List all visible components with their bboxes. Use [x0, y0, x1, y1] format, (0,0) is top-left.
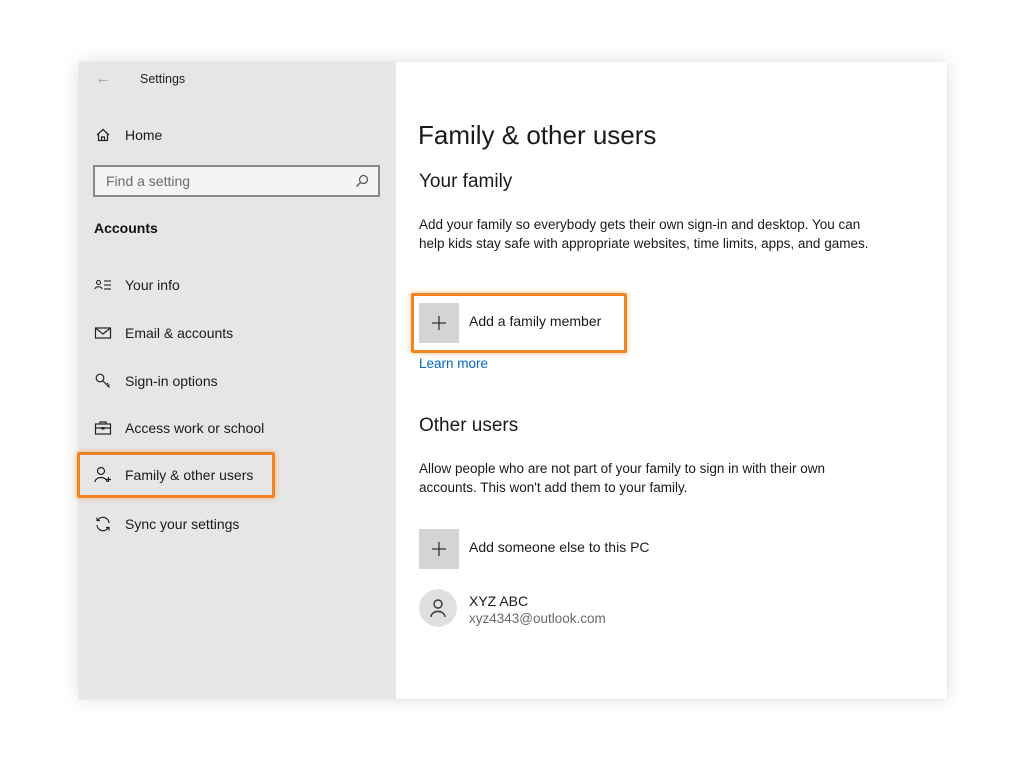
home-icon	[93, 125, 113, 145]
sidebar-item-label: Your info	[125, 277, 180, 293]
sidebar-item-home[interactable]: Home	[79, 118, 396, 152]
sidebar-item-sign-in-options[interactable]: Sign-in options	[79, 364, 396, 398]
sidebar-item-access-work-school[interactable]: Access work or school	[79, 411, 396, 445]
settings-window: ← Settings Home Accounts Your info	[79, 62, 947, 699]
sidebar-item-email-accounts[interactable]: Email & accounts	[79, 316, 396, 350]
sidebar-item-label: Sign-in options	[125, 373, 218, 389]
person-icon	[429, 598, 447, 618]
briefcase-icon	[93, 418, 113, 438]
back-arrow-icon[interactable]: ←	[93, 69, 113, 89]
sync-icon	[93, 514, 113, 534]
main-content: Family & other users Your family Add you…	[396, 62, 947, 699]
highlight-box	[411, 293, 627, 353]
other-users-description: Allow people who are not part of your fa…	[419, 459, 869, 497]
highlight-box	[77, 452, 275, 498]
avatar	[419, 589, 457, 627]
page-title: Family & other users	[418, 120, 656, 151]
add-someone-else-label: Add someone else to this PC	[469, 539, 650, 555]
section-heading-other-users: Other users	[419, 415, 518, 437]
learn-more-link[interactable]: Learn more	[419, 356, 488, 371]
your-family-description: Add your family so everybody gets their …	[419, 215, 869, 253]
section-heading-your-family: Your family	[419, 171, 512, 193]
sidebar-item-label: Email & accounts	[125, 325, 233, 341]
sidebar-item-your-info[interactable]: Your info	[79, 268, 396, 302]
key-icon	[93, 371, 113, 391]
sidebar-item-label: Access work or school	[125, 420, 264, 436]
user-name: XYZ ABC	[469, 593, 528, 609]
user-email: xyz4343@outlook.com	[469, 611, 606, 626]
app-title: Settings	[140, 72, 185, 86]
plus-icon	[419, 529, 459, 569]
search-input[interactable]	[95, 167, 346, 195]
search-box	[93, 165, 380, 197]
mail-icon	[93, 323, 113, 343]
sidebar: ← Settings Home Accounts Your info	[79, 62, 396, 699]
contact-card-icon	[93, 275, 113, 295]
sidebar-item-sync-settings[interactable]: Sync your settings	[79, 507, 396, 541]
section-title: Accounts	[94, 220, 158, 236]
title-bar: ← Settings	[79, 62, 396, 96]
sidebar-item-label: Home	[125, 127, 162, 143]
sidebar-item-label: Sync your settings	[125, 516, 239, 532]
search-icon[interactable]	[354, 173, 370, 189]
